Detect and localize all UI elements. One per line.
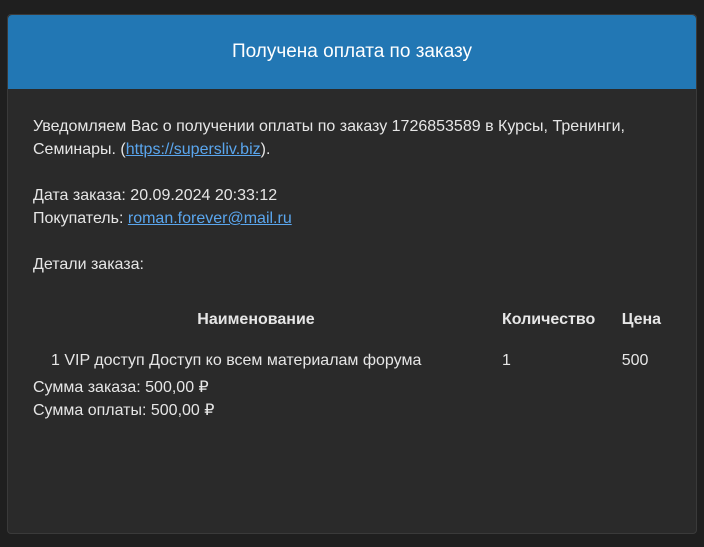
- column-header-name: Наименование: [197, 311, 315, 328]
- item-price: 500: [621, 352, 649, 369]
- order-totals: Сумма заказа: 500,00 ₽ Сумма оплаты: 500…: [33, 376, 671, 422]
- table-header-row: Наименование Количество Цена: [33, 294, 673, 345]
- item-qty: 1: [502, 352, 511, 369]
- email-body: Уведомляем Вас о получении оплаты по зак…: [8, 89, 696, 422]
- order-items-table: Наименование Количество Цена 1 VIP досту…: [33, 294, 673, 376]
- site-link[interactable]: https://supersliv.biz: [126, 141, 261, 158]
- buyer-label: Покупатель:: [33, 210, 128, 227]
- order-meta: Дата заказа: 20.09.2024 20:33:12 Покупат…: [33, 184, 671, 230]
- email-card: Получена оплата по заказу Уведомляем Вас…: [7, 14, 697, 534]
- order-sum: Сумма заказа: 500,00 ₽: [33, 379, 209, 396]
- details-title: Детали заказа:: [33, 256, 144, 273]
- intro-paragraph: Уведомляем Вас о получении оплаты по зак…: [33, 115, 671, 161]
- column-header-qty: Количество: [502, 311, 596, 328]
- column-header-price: Цена: [621, 311, 662, 328]
- order-date: Дата заказа: 20.09.2024 20:33:12: [33, 187, 278, 204]
- intro-text-end: ).: [260, 141, 271, 158]
- email-header: Получена оплата по заказу: [8, 15, 696, 89]
- item-name: 1 VIP доступ Доступ ко всем материалам ф…: [51, 352, 422, 369]
- paid-sum: Сумма оплаты: 500,00 ₽: [33, 402, 215, 419]
- email-title: Получена оплата по заказу: [231, 41, 473, 62]
- buyer-email-link[interactable]: roman.forever@mail.ru: [128, 210, 292, 227]
- table-row: 1 VIP доступ Доступ ко всем материалам ф…: [33, 345, 673, 376]
- intro-text: Уведомляем Вас о получении оплаты по зак…: [33, 118, 625, 158]
